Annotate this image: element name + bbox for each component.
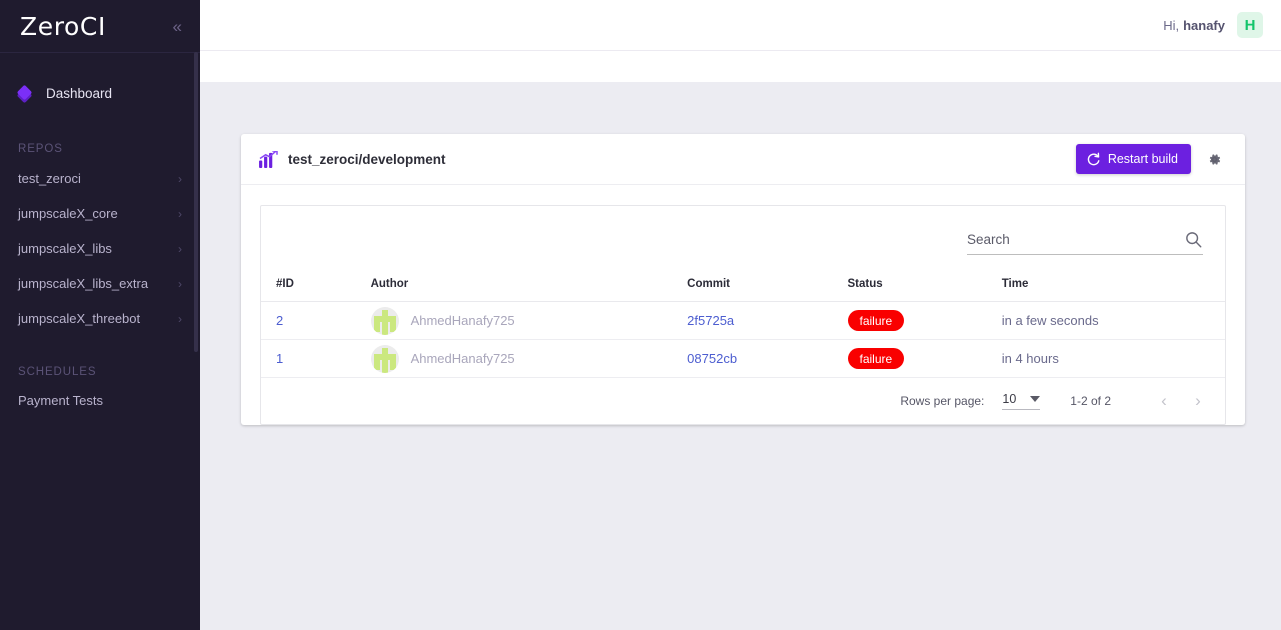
author-name: AhmedHanafy725	[410, 351, 515, 366]
author-cell: AhmedHanafy725	[370, 344, 688, 373]
card-title: test_zeroci/development	[288, 151, 446, 167]
refresh-icon	[1087, 152, 1100, 165]
rows-per-page-value: 10	[1002, 392, 1017, 406]
card-body: #ID Author Commit Status Time	[241, 185, 1245, 425]
sidebar-item-label: jumpscaleX_core	[18, 206, 118, 221]
sidebar-scrollbar[interactable]	[194, 52, 198, 352]
sidebar-section-schedules: SCHEDULES	[18, 366, 97, 378]
author-name: AhmedHanafy725	[410, 313, 515, 328]
sidebar-item-jumpscalex-libs-extra[interactable]: jumpscaleX_libs_extra ›	[0, 266, 200, 301]
settings-button[interactable]	[1197, 142, 1231, 176]
search-input[interactable]	[967, 231, 1184, 247]
build-card: test_zeroci/development Restart build Se…	[241, 134, 1245, 425]
avatar	[370, 306, 399, 335]
chevron-double-left-icon[interactable]: «	[173, 18, 182, 35]
main-area: Hi, hanafy H test_zeroci/development Res…	[200, 0, 1281, 630]
chevron-right-icon: ›	[178, 206, 182, 221]
column-header-time[interactable]: Time	[1001, 278, 1225, 302]
next-page-button[interactable]: ›	[1181, 384, 1215, 418]
sidebar-item-label: Payment Tests	[18, 392, 104, 408]
chevron-right-icon: ›	[178, 276, 182, 291]
chevron-right-icon: ›	[178, 171, 182, 186]
builds-table: #ID Author Commit Status Time 2 AhmedHan…	[261, 278, 1225, 378]
author-cell: AhmedHanafy725	[370, 306, 688, 335]
secondary-bar	[200, 51, 1281, 82]
sidebar-item-label: jumpscaleX_threebot	[18, 311, 141, 326]
app-root: ZeroCI « Dashboard REPOS test_zeroci › j…	[0, 0, 1281, 630]
sidebar-item-label: Dashboard	[46, 85, 113, 101]
page-range: 1-2 of 2	[1070, 394, 1111, 408]
table-row[interactable]: 2 AhmedHanafy725 2f5725a failure in a fe…	[261, 301, 1225, 340]
table-head: #ID Author Commit Status Time	[261, 278, 1225, 302]
sidebar-item-test-zeroci[interactable]: test_zeroci ›	[0, 161, 200, 196]
column-header-status[interactable]: Status	[847, 278, 1002, 302]
sidebar-item-jumpscalex-libs[interactable]: jumpscaleX_libs ›	[0, 231, 200, 266]
card-header: test_zeroci/development Restart build	[241, 134, 1245, 185]
chevron-right-icon: ›	[178, 311, 182, 326]
chevron-down-icon	[1030, 396, 1041, 402]
username: hanafy	[1183, 17, 1225, 33]
build-time: in a few seconds	[1001, 313, 1099, 328]
sidebar-item-dashboard[interactable]: Dashboard	[0, 73, 200, 113]
pagination: Rows per page: 10 1-2 of 2 ‹ ›	[261, 378, 1225, 424]
sidebar-item-payment-tests[interactable]: Payment Tests	[0, 384, 200, 416]
sidebar-item-label: jumpscaleX_libs	[18, 241, 112, 256]
status-badge: failure	[847, 310, 905, 331]
sidebar-divider	[0, 52, 200, 53]
column-header-commit[interactable]: Commit	[687, 278, 848, 302]
commit-link[interactable]: 2f5725a	[687, 313, 734, 328]
sidebar-item-jumpscalex-threebot[interactable]: jumpscaleX_threebot ›	[0, 301, 200, 336]
user-greeting: Hi, hanafy	[1163, 18, 1225, 33]
table-panel: #ID Author Commit Status Time	[260, 205, 1226, 425]
sidebar-header: ZeroCI «	[0, 0, 200, 52]
build-time: in 4 hours	[1001, 351, 1059, 366]
greeting-text: Hi,	[1163, 17, 1180, 33]
table-header-row: #ID Author Commit Status Time	[261, 278, 1225, 302]
sidebar: ZeroCI « Dashboard REPOS test_zeroci › j…	[0, 0, 200, 630]
sidebar-item-label: test_zeroci	[18, 171, 81, 186]
gear-icon	[1209, 153, 1220, 165]
search-icon[interactable]	[1184, 230, 1203, 249]
table-body: 2 AhmedHanafy725 2f5725a failure in a fe…	[261, 301, 1225, 378]
chevron-right-icon: ›	[178, 241, 182, 256]
avatar	[370, 344, 399, 373]
rows-per-page-label: Rows per page:	[900, 394, 985, 408]
status-badge: failure	[847, 348, 905, 369]
sidebar-section-repos: REPOS	[18, 143, 63, 155]
restart-build-label: Restart build	[1107, 152, 1178, 166]
search-box[interactable]	[967, 230, 1203, 255]
topbar: Hi, hanafy H	[200, 0, 1281, 51]
column-header-id[interactable]: #ID	[261, 278, 371, 302]
diamond-layers-icon	[16, 84, 33, 104]
chart-trending-up-icon	[259, 150, 278, 168]
restart-build-button[interactable]: Restart build	[1075, 144, 1191, 174]
commit-link[interactable]: 08752cb	[687, 351, 737, 366]
sidebar-item-label: jumpscaleX_libs_extra	[18, 276, 149, 291]
prev-page-button[interactable]: ‹	[1147, 384, 1181, 418]
content-area: test_zeroci/development Restart build Se…	[200, 82, 1281, 630]
column-header-author[interactable]: Author	[370, 278, 688, 302]
build-id-link[interactable]: 2	[276, 313, 283, 328]
build-id-link[interactable]: 1	[276, 351, 283, 366]
rows-per-page-select[interactable]: 10	[1002, 392, 1041, 410]
search-row	[261, 206, 1225, 278]
app-logo: ZeroCI	[20, 11, 106, 41]
sidebar-item-jumpscalex-core[interactable]: jumpscaleX_core ›	[0, 196, 200, 231]
avatar[interactable]: H	[1237, 12, 1263, 38]
table-row[interactable]: 1 AhmedHanafy725 08752cb failure in 4 ho…	[261, 339, 1225, 378]
